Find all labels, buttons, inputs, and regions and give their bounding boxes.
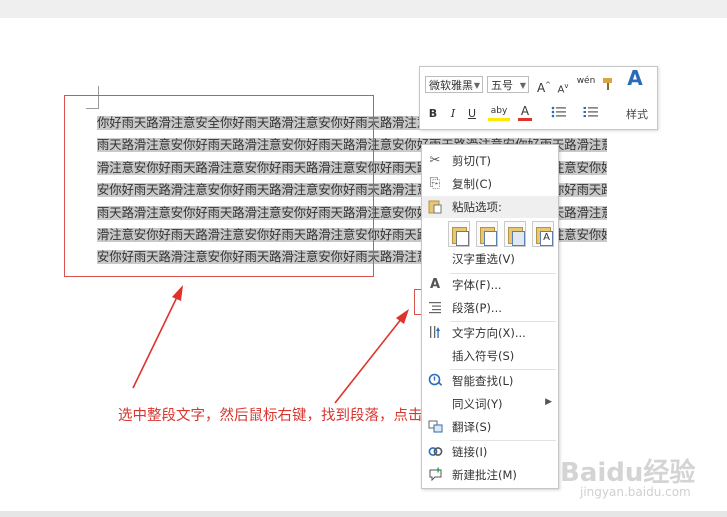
- bullets-icon[interactable]: [550, 105, 568, 124]
- baidu-watermark: Baidu经验: [560, 458, 696, 488]
- annotation-text: 选中整段文字，然后鼠标右键，找到段落，点击段落: [118, 408, 452, 424]
- paste-text-only-icon[interactable]: A: [532, 221, 554, 247]
- translate-icon: [427, 419, 443, 435]
- font-icon: A: [429, 277, 441, 292]
- smart-lookup-icon: [427, 373, 443, 389]
- font-size-dropdown[interactable]: 五号 ▼: [487, 76, 529, 93]
- grow-font-button[interactable]: A^: [536, 77, 552, 96]
- menu-item-paragraph[interactable]: 段落(P)...: [422, 297, 558, 319]
- menu-item-cut[interactable]: ✂ 剪切(T): [422, 150, 558, 172]
- underline-button[interactable]: U: [466, 106, 478, 122]
- menu-item-reconvert[interactable]: 汉字重选(V): [422, 248, 558, 270]
- paste-picture-icon[interactable]: [504, 221, 526, 247]
- menu-item-translate[interactable]: 翻译(S): [422, 416, 558, 438]
- new-comment-icon: [427, 467, 443, 483]
- font-size-value: 五号: [491, 79, 513, 92]
- link-icon: [427, 444, 443, 460]
- paragraph-icon: [427, 300, 443, 316]
- font-name-dropdown[interactable]: 微软雅黑 ▼: [425, 76, 483, 93]
- bold-button[interactable]: B: [427, 106, 439, 122]
- context-menu: ✂ 剪切(T) ⎘ 复制(C) 粘贴选项: A 汉字重选(V) A 字体(F).…: [421, 144, 559, 489]
- styles-button[interactable]: A: [623, 68, 647, 88]
- copy-icon: ⎘: [429, 176, 441, 191]
- menu-item-text-direction[interactable]: 文字方向(X)...: [422, 322, 558, 344]
- mini-toolbar: 微软雅黑 ▼ 五号 ▼ A^ Av wén A 样式 B I U aby A: [419, 66, 658, 130]
- menu-item-font[interactable]: A 字体(F)...: [422, 274, 558, 296]
- scissors-icon: ✂: [429, 153, 441, 168]
- highlight-color-button[interactable]: aby: [488, 105, 510, 121]
- baidu-watermark-url: jingyan.baidu.com: [580, 485, 691, 499]
- shrink-font-button[interactable]: Av: [556, 78, 570, 98]
- font-color-button[interactable]: A: [518, 104, 532, 121]
- submenu-arrow-icon: ▶: [545, 397, 552, 407]
- numbering-icon[interactable]: [582, 105, 600, 124]
- phonetic-guide-button[interactable]: wén: [576, 73, 596, 89]
- styles-label: 样式: [626, 108, 648, 121]
- arrow-to-selection: [132, 285, 183, 389]
- menu-item-insert-symbol[interactable]: 插入符号(S): [422, 345, 558, 367]
- chevron-down-icon: ▼: [473, 81, 480, 90]
- menu-item-link[interactable]: 链接(I): [422, 441, 558, 463]
- chevron-down-icon: ▼: [519, 81, 526, 90]
- italic-button[interactable]: I: [447, 106, 459, 122]
- arrow-to-paragraph: [334, 309, 409, 404]
- menu-item-paste-options: 粘贴选项:: [422, 196, 558, 218]
- menu-item-new-comment[interactable]: 新建批注(M): [422, 464, 558, 486]
- paste-merge-format-icon[interactable]: [476, 221, 498, 247]
- clipboard-icon: [427, 199, 443, 215]
- font-name-value: 微软雅黑: [429, 79, 473, 92]
- text-direction-icon: [427, 325, 443, 341]
- paste-keep-format-icon[interactable]: [448, 221, 470, 247]
- format-painter-icon[interactable]: [600, 77, 616, 96]
- menu-item-copy[interactable]: ⎘ 复制(C): [422, 173, 558, 195]
- menu-item-synonyms[interactable]: 同义词(Y) ▶: [422, 393, 558, 415]
- menu-item-smart-lookup[interactable]: 智能查找(L): [422, 370, 558, 392]
